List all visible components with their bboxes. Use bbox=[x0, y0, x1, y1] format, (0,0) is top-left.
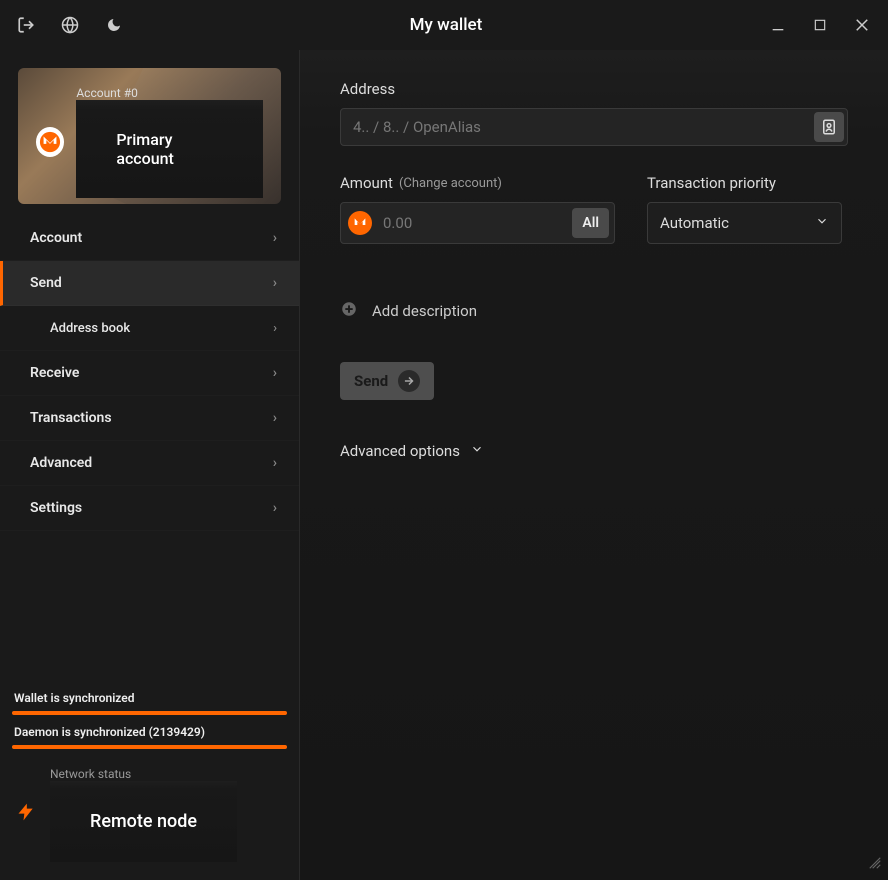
monero-icon bbox=[348, 211, 372, 235]
close-icon[interactable] bbox=[852, 15, 872, 35]
priority-select[interactable]: Automatic bbox=[647, 202, 842, 244]
maximize-icon[interactable] bbox=[810, 15, 830, 35]
send-button-label: Send bbox=[354, 372, 388, 390]
plus-circle-icon bbox=[340, 300, 358, 322]
nav-send[interactable]: Send › bbox=[0, 261, 299, 306]
bolt-icon bbox=[16, 798, 36, 832]
amount-label: Amount bbox=[340, 174, 393, 192]
nav-settings[interactable]: Settings › bbox=[0, 486, 299, 531]
network-status[interactable]: Network status Remote node bbox=[12, 767, 287, 862]
globe-icon[interactable] bbox=[60, 15, 80, 35]
chevron-down-icon bbox=[470, 442, 484, 460]
address-book-button[interactable] bbox=[814, 112, 844, 142]
send-button[interactable]: Send bbox=[340, 362, 434, 400]
account-number: Account #0 bbox=[76, 86, 263, 100]
chevron-right-icon: › bbox=[273, 321, 277, 336]
titlebar: My wallet bbox=[0, 0, 888, 50]
chevron-down-icon bbox=[815, 214, 829, 232]
resize-handle-icon[interactable] bbox=[868, 855, 882, 874]
arrow-right-circle-icon bbox=[398, 370, 420, 392]
priority-value: Automatic bbox=[660, 214, 729, 232]
nav: Account › Send › Address book › Receive … bbox=[0, 216, 299, 531]
add-description-button[interactable]: Add description bbox=[340, 300, 848, 322]
nav-label: Send bbox=[30, 275, 62, 291]
monero-logo-icon bbox=[36, 127, 64, 157]
chevron-right-icon: › bbox=[273, 230, 277, 246]
account-card[interactable]: Account #0 Primary account XMR 0. 000000… bbox=[18, 68, 281, 204]
nav-label: Settings bbox=[30, 500, 82, 516]
advanced-options-label: Advanced options bbox=[340, 442, 460, 460]
account-name: Primary account bbox=[76, 100, 263, 198]
nav-label: Account bbox=[30, 230, 82, 246]
network-status-sub: Network status bbox=[50, 767, 237, 781]
advanced-options-toggle[interactable]: Advanced options bbox=[340, 442, 848, 460]
chevron-right-icon: › bbox=[273, 410, 277, 426]
nav-receive[interactable]: Receive › bbox=[0, 351, 299, 396]
wallet-sync-bar bbox=[12, 711, 287, 715]
address-label: Address bbox=[340, 80, 848, 98]
chevron-right-icon: › bbox=[273, 365, 277, 381]
network-status-main: Remote node bbox=[50, 781, 237, 862]
nav-label: Receive bbox=[30, 365, 79, 381]
nav-address-book[interactable]: Address book › bbox=[0, 306, 299, 351]
nav-transactions[interactable]: Transactions › bbox=[0, 396, 299, 441]
amount-all-button[interactable]: All bbox=[572, 208, 609, 238]
add-description-label: Add description bbox=[372, 302, 477, 320]
window-title: My wallet bbox=[124, 15, 768, 35]
minimize-icon[interactable] bbox=[768, 15, 788, 35]
daemon-sync-bar bbox=[12, 745, 287, 749]
chevron-right-icon: › bbox=[273, 275, 277, 291]
sidebar: Account #0 Primary account XMR 0. 000000… bbox=[0, 50, 300, 880]
logout-icon[interactable] bbox=[16, 15, 36, 35]
sidebar-footer: Wallet is synchronized Daemon is synchro… bbox=[0, 669, 299, 880]
nav-advanced[interactable]: Advanced › bbox=[0, 441, 299, 486]
nav-label: Advanced bbox=[30, 455, 92, 471]
chevron-right-icon: › bbox=[273, 455, 277, 471]
chevron-right-icon: › bbox=[273, 500, 277, 516]
nav-label: Address book bbox=[50, 321, 130, 336]
address-input[interactable] bbox=[340, 108, 848, 146]
change-account-link[interactable]: (Change account) bbox=[399, 176, 502, 191]
wallet-sync-label: Wallet is synchronized bbox=[14, 691, 285, 705]
moon-icon[interactable] bbox=[104, 15, 124, 35]
nav-label: Transactions bbox=[30, 410, 112, 426]
priority-label: Transaction priority bbox=[647, 174, 842, 192]
nav-account[interactable]: Account › bbox=[0, 216, 299, 261]
daemon-sync-label: Daemon is synchronized (2139429) bbox=[14, 725, 285, 739]
main-content: Address Amount (Change account) All bbox=[300, 50, 888, 880]
